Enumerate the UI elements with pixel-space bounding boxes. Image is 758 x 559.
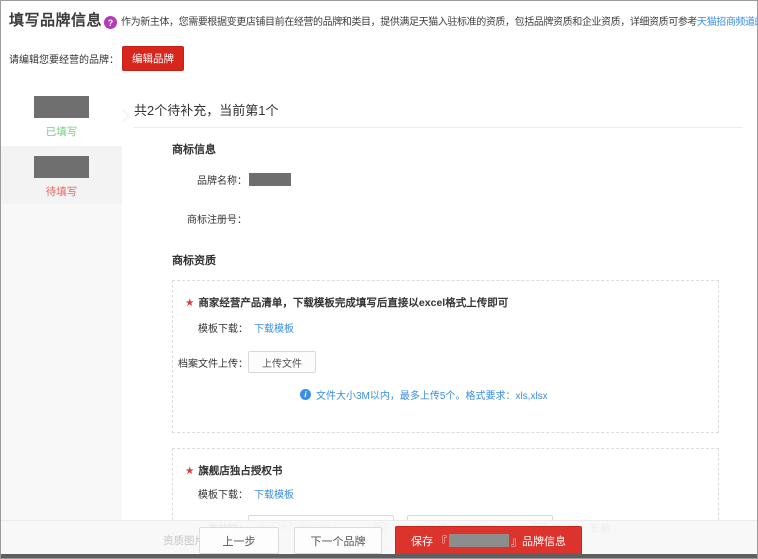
upload-hint-row: i 文件大小3M以内，最多上传5个。格式要求：xls,xlsx [300, 387, 718, 402]
trademark-info-title: 商标信息 [172, 141, 757, 157]
redacted-brand-name-in-button [449, 534, 509, 547]
brand-name-label: 品牌名称： [122, 172, 247, 187]
brand-sidebar: 已填写 待填写 [1, 88, 122, 554]
brand-name-row: 品牌名称： [122, 172, 757, 187]
template-download-row: 模板下载： 下载模板 [173, 320, 718, 335]
upload-file-button[interactable]: 上传文件 [248, 351, 316, 373]
next-brand-button[interactable]: 下一个品牌 [294, 527, 382, 554]
window-bottom-edge [1, 554, 757, 558]
product-list-box: ★ 商家经营产品清单，下载模板完成填写后直接以excel格式上传即可 模板下载： … [172, 280, 719, 433]
brand-status-filled: 已填写 [1, 124, 122, 139]
product-list-requirement: ★ 商家经营产品清单，下载模板完成填写后直接以excel格式上传即可 [185, 295, 718, 310]
pending-counter: 共2个待补充，当前第1个 [134, 100, 743, 128]
header-description-text: 作为新主体，您需要根据变更店铺目前在经营的品牌和类目，提供满足天猫入驻标准的资质… [121, 17, 697, 28]
previous-step-button[interactable]: 上一步 [199, 527, 279, 554]
reg-no-label: 商标注册号： [122, 211, 247, 226]
required-star-icon: ★ [185, 465, 194, 477]
info-icon: i [300, 389, 311, 400]
save-brand-info-button[interactable]: 保存 『 』品牌信息 [395, 526, 582, 555]
brand-form-content: 共2个待补充，当前第1个 商标信息 品牌名称： 商标注册号： 商标资质 ★ 商家经… [122, 88, 757, 554]
header-description: 作为新主体，您需要根据变更店铺目前在经营的品牌和类目，提供满足天猫入驻标准的资质… [121, 13, 757, 30]
authorization-requirement-text: 旗舰店独占授权书 [198, 465, 282, 477]
brand-info-page: 填写品牌信息 ? 作为新主体，您需要根据变更店铺目前在经营的品牌和类目，提供满足… [0, 0, 758, 559]
main-area: 已填写 待填写 共2个待补充，当前第1个 商标信息 品牌名称： 商标注册号： 商… [1, 88, 757, 554]
footer-action-bar: 资质图片 上一步 下一个品牌 保存 『 』品牌信息 [1, 520, 757, 554]
brand-status-pending: 待填写 [1, 184, 122, 199]
file-upload-row: 档案文件上传： 上传文件 [173, 351, 718, 373]
trademark-qualification-title: 商标资质 [172, 252, 757, 268]
template-download-label-2: 模板下载： [173, 486, 248, 501]
save-button-suffix: 』品牌信息 [511, 533, 566, 549]
page-title: 填写品牌信息 [9, 9, 102, 30]
redacted-brand-name [34, 96, 89, 118]
redacted-brand-name [34, 156, 89, 178]
sidebar-item-brand-2[interactable]: 待填写 [1, 146, 122, 204]
template-download-row-2: 模板下载： 下载模板 [173, 486, 718, 501]
reg-no-row: 商标注册号： [122, 211, 757, 226]
brand-edit-row: 请编辑您要经营的品牌： 编辑品牌 [9, 46, 757, 71]
upload-hint-text: 文件大小3M以内，最多上传5个。格式要求：xls,xlsx [316, 387, 548, 402]
enrollment-requirements-link[interactable]: 天猫招商频道的入驻要求 [697, 17, 757, 28]
redacted-brand-name-value [249, 173, 291, 186]
edit-brand-button[interactable]: 编辑品牌 [122, 46, 184, 71]
template-download-label: 模板下载： [173, 320, 248, 335]
sidebar-item-brand-1[interactable]: 已填写 [1, 88, 122, 146]
file-upload-label: 档案文件上传： [173, 355, 248, 370]
product-list-requirement-text: 商家经营产品清单，下载模板完成填写后直接以excel格式上传即可 [198, 297, 508, 309]
help-icon[interactable]: ? [104, 16, 117, 29]
download-template-link[interactable]: 下载模板 [254, 320, 294, 335]
save-button-prefix: 保存 『 [411, 533, 447, 549]
required-star-icon: ★ [185, 297, 194, 309]
authorization-requirement: ★ 旗舰店独占授权书 [185, 463, 718, 478]
brand-edit-label: 请编辑您要经营的品牌： [9, 51, 119, 66]
page-header: 填写品牌信息 ? 作为新主体，您需要根据变更店铺目前在经营的品牌和类目，提供满足… [1, 1, 757, 30]
download-template-link-2[interactable]: 下载模板 [254, 486, 294, 501]
